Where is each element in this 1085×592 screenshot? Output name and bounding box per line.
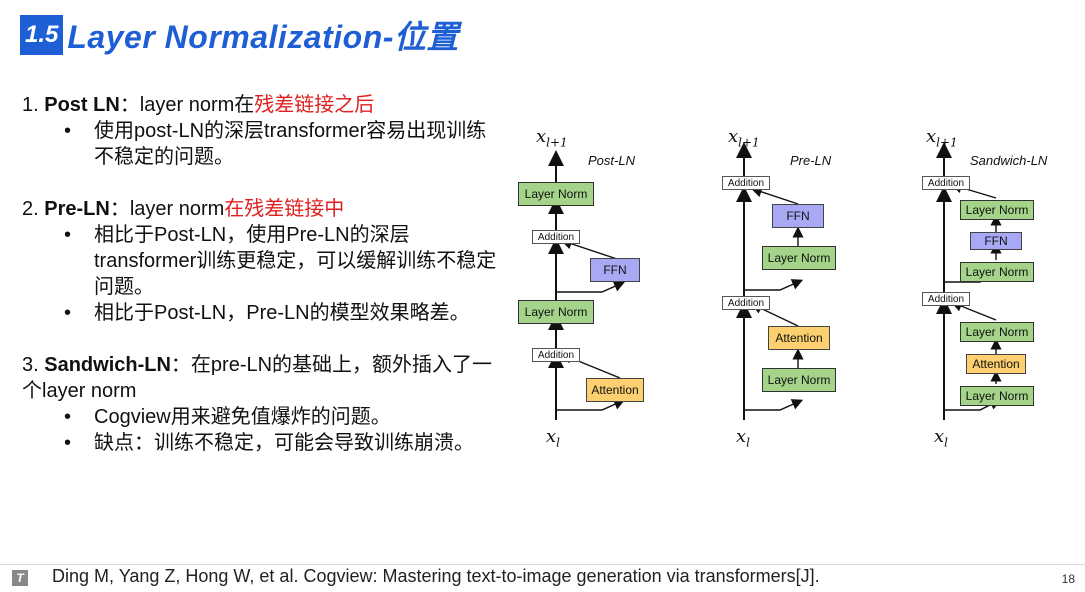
bullet-item: 使用post-LN的深层transformer容易出现训练不稳定的问题。 xyxy=(22,118,502,170)
bullet-item: 相比于Post-LN，Pre-LN的模型效果略差。 xyxy=(22,300,502,326)
slide-title: 1.5 Layer Normalization-位置 xyxy=(20,14,459,56)
pre-ln-addition-top: Addition xyxy=(722,176,770,190)
sandwich-ln-x-top-label: xl+1 xyxy=(926,126,958,150)
title-number-badge: 1.5 xyxy=(20,15,64,55)
post-ln-ffn: FFN xyxy=(590,258,640,282)
pre-ln-addition-bottom: Addition xyxy=(722,296,770,310)
section-number: 1. xyxy=(22,94,39,116)
section-number: 3. xyxy=(22,354,39,376)
sandwich-ln-layer-norm-1: Layer Norm xyxy=(960,200,1034,220)
post-ln-addition-top: Addition xyxy=(532,230,580,244)
section-desc: ：layer norm在 xyxy=(119,94,255,116)
title-text: Layer Normalization-位置 xyxy=(67,19,459,55)
section-number: 2. xyxy=(22,198,39,220)
pre-ln-ffn: FFN xyxy=(772,204,824,228)
post-ln-x-top-label: xl+1 xyxy=(536,126,568,150)
text-column: 1. Post LN：layer norm在残差链接之后 使用post-LN的深… xyxy=(22,92,502,482)
section-name: Post LN xyxy=(44,94,120,116)
section-heading: 2. Pre-LN：layer norm在残差链接中 xyxy=(22,196,502,222)
section-pre-ln: 2. Pre-LN：layer norm在残差链接中 相比于Post-LN，使用… xyxy=(22,196,502,326)
pre-ln-layer-norm-bottom: Layer Norm xyxy=(762,368,836,392)
post-ln-label: Post-LN xyxy=(588,153,635,168)
sandwich-ln-attention: Attention xyxy=(966,354,1026,374)
footer-logo-icon: T xyxy=(12,570,28,586)
pre-ln-x-top-label: xl+1 xyxy=(728,126,760,150)
section-heading: 3. Sandwich-LN：在pre-LN的基础上，额外插入了一个layer … xyxy=(22,352,502,404)
footer-citation: Ding M, Yang Z, Hong W, et al. Cogview: … xyxy=(52,566,820,586)
pre-ln-attention: Attention xyxy=(768,326,830,350)
section-name: Sandwich-LN xyxy=(44,354,171,376)
post-ln-x-bottom-label: xl xyxy=(546,426,560,450)
sandwich-ln-layer-norm-3: Layer Norm xyxy=(960,322,1034,342)
sandwich-ln-addition-top: Addition xyxy=(922,176,970,190)
sandwich-ln-layer-norm-2: Layer Norm xyxy=(960,262,1034,282)
diagram-arrows xyxy=(548,142,1002,420)
bullet-list: 相比于Post-LN，使用Pre-LN的深层transformer训练更稳定，可… xyxy=(22,222,502,326)
post-ln-attention: Attention xyxy=(586,378,644,402)
pre-ln-layer-norm-top: Layer Norm xyxy=(762,246,836,270)
pre-ln-label: Pre-LN xyxy=(790,153,832,168)
bullet-list: 使用post-LN的深层transformer容易出现训练不稳定的问题。 xyxy=(22,118,502,170)
post-ln-layer-norm-bottom: Layer Norm xyxy=(518,300,594,324)
post-ln-layer-norm-top: Layer Norm xyxy=(518,182,594,206)
sandwich-ln-addition-bottom: Addition xyxy=(922,292,970,306)
page-number: 18 xyxy=(1061,572,1075,586)
sandwich-ln-x-bottom-label: xl xyxy=(934,426,948,450)
sandwich-ln-label: Sandwich-LN xyxy=(970,153,1048,168)
pre-ln-x-bottom-label: xl xyxy=(736,426,750,450)
section-desc: ：layer norm xyxy=(109,198,225,220)
sandwich-ln-ffn: FFN xyxy=(970,232,1022,250)
bullet-item: 缺点：训练不稳定，可能会导致训练崩溃。 xyxy=(22,430,502,456)
bullet-item: 相比于Post-LN，使用Pre-LN的深层transformer训练更稳定，可… xyxy=(22,222,502,300)
section-post-ln: 1. Post LN：layer norm在残差链接之后 使用post-LN的深… xyxy=(22,92,502,170)
section-highlight: 在残差链接中 xyxy=(224,198,345,220)
section-highlight: 残差链接之后 xyxy=(254,94,375,116)
sandwich-ln-layer-norm-4: Layer Norm xyxy=(960,386,1034,406)
bullet-list: Cogview用来避免值爆炸的问题。 缺点：训练不稳定，可能会导致训练崩溃。 xyxy=(22,404,502,456)
bullet-item: Cogview用来避免值爆炸的问题。 xyxy=(22,404,502,430)
section-sandwich-ln: 3. Sandwich-LN：在pre-LN的基础上，额外插入了一个layer … xyxy=(22,352,502,456)
section-heading: 1. Post LN：layer norm在残差链接之后 xyxy=(22,92,502,118)
section-name: Pre-LN xyxy=(44,198,110,220)
ln-position-diagram: xl+1 Post-LN Layer Norm Addition FFN Lay… xyxy=(510,120,1080,460)
footer-divider xyxy=(0,564,1085,565)
post-ln-addition-bottom: Addition xyxy=(532,348,580,362)
